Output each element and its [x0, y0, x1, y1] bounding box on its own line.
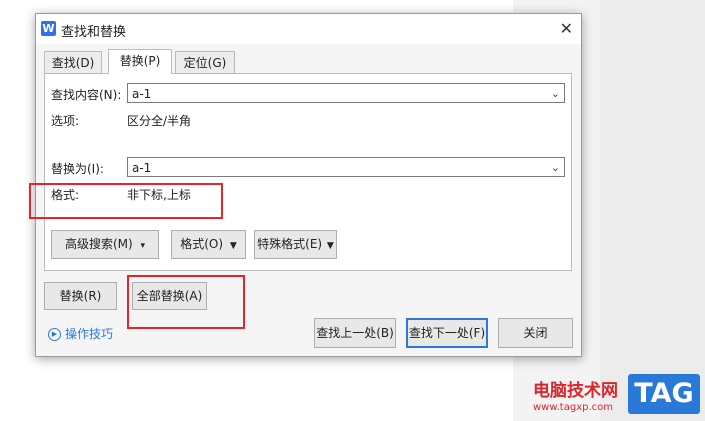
special-format-label: 特殊格式(E)	[257, 237, 323, 251]
watermark-site-name: 电脑技术网	[533, 381, 618, 401]
dialog-title: 查找和替换	[61, 25, 127, 40]
replace-input-value: a-1	[132, 161, 152, 175]
special-format-button[interactable]: 特殊格式(E) ▼	[254, 230, 337, 259]
replace-panel: 查找内容(N): a-1 ⌄ 选项: 区分全/半角 替换为(I): a-1 ⌄ …	[44, 73, 572, 271]
wps-logo-icon: W	[41, 21, 56, 36]
format-button-label: 格式(O)	[180, 237, 224, 251]
find-label: 查找内容(N):	[51, 88, 122, 102]
tab-replace[interactable]: 替换(P)	[108, 49, 172, 74]
dropdown-arrow-icon: ▼	[326, 241, 334, 251]
chevron-down-icon[interactable]: ⌄	[551, 84, 560, 104]
advanced-search-button[interactable]: 高级搜索(M) ▾	[51, 230, 159, 259]
tips-label: 操作技巧	[65, 327, 114, 341]
find-input[interactable]: a-1 ⌄	[127, 83, 565, 103]
background-strip	[600, 0, 705, 421]
highlight-replace-all-box	[127, 275, 245, 329]
play-circle-icon: ▶	[48, 328, 61, 341]
find-next-button[interactable]: 查找下一处(F)	[406, 318, 488, 348]
double-chevron-icon: ▾	[140, 241, 146, 251]
format-button[interactable]: 格式(O) ▼	[171, 230, 246, 259]
faint-background-text	[588, 358, 593, 376]
watermark-url: www.tagxp.com	[533, 402, 613, 413]
tab-goto[interactable]: 定位(G)	[175, 51, 235, 74]
chevron-down-icon[interactable]: ⌄	[551, 158, 560, 178]
highlight-format-box	[29, 183, 223, 219]
dropdown-arrow-icon: ▼	[229, 241, 237, 251]
tab-find[interactable]: 查找(D)	[44, 51, 102, 74]
options-value: 区分全/半角	[127, 114, 192, 128]
title-bar: W 查找和替换 ✕	[36, 14, 581, 44]
tag-logo: TAG	[628, 374, 700, 414]
find-previous-button[interactable]: 查找上一处(B)	[314, 318, 396, 348]
replace-button[interactable]: 替换(R)	[44, 282, 117, 310]
replace-label: 替换为(I):	[51, 162, 104, 176]
close-icon[interactable]: ✕	[560, 19, 573, 38]
options-label: 选项:	[51, 114, 80, 128]
close-button[interactable]: 关闭	[498, 318, 573, 348]
advanced-search-label: 高级搜索(M)	[64, 237, 133, 251]
replace-input[interactable]: a-1 ⌄	[127, 157, 565, 177]
tips-link[interactable]: ▶ 操作技巧	[48, 325, 113, 342]
find-input-value: a-1	[132, 87, 152, 101]
